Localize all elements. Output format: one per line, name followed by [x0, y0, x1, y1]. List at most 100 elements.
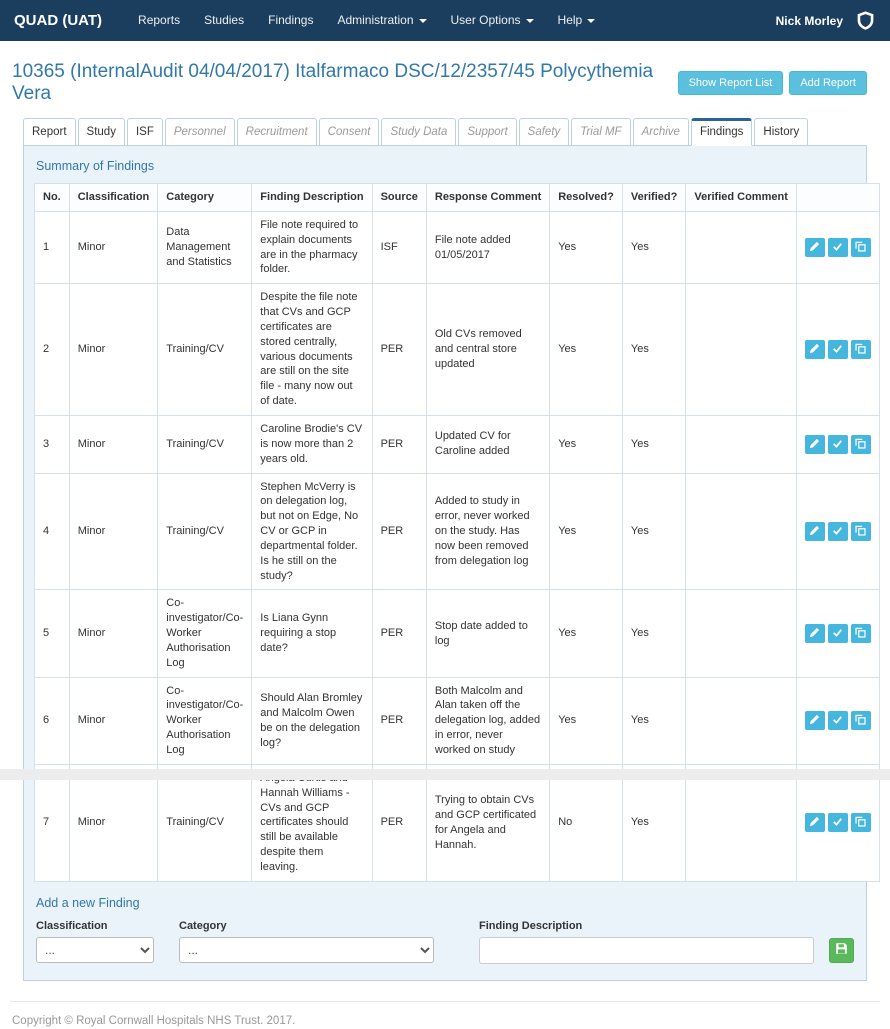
cell-classification: Minor: [68, 472, 159, 591]
edit-button[interactable]: [804, 624, 825, 644]
cell-description: Despite the file note that CVs and GCP c…: [251, 283, 373, 416]
cell-source: PER: [371, 763, 427, 882]
check-icon: [832, 626, 843, 641]
cell-verified: Yes: [621, 589, 687, 678]
copy-icon: [855, 342, 866, 357]
cell-verified: Yes: [621, 210, 687, 285]
cell-verified-comment: [685, 283, 797, 416]
copy-button[interactable]: [850, 521, 871, 541]
col-resolved: Resolved?: [549, 183, 623, 212]
finding-row: 7 Minor Training/CV Angela Curtis and Ha…: [34, 763, 880, 882]
copy-button[interactable]: [850, 711, 871, 731]
cell-response: Added to study in error, never worked on…: [425, 472, 551, 591]
cell-no: 2: [34, 283, 70, 416]
copy-button[interactable]: [850, 813, 871, 833]
cell-actions: [795, 763, 880, 882]
copy-icon: [855, 626, 866, 641]
add-finding-form: Classification ... Category ... Finding …: [34, 920, 856, 964]
tab-isf[interactable]: ISF: [126, 118, 163, 146]
check-icon: [832, 240, 843, 255]
edit-button[interactable]: [804, 813, 825, 833]
cell-source: ISF: [371, 210, 427, 285]
save-icon: [835, 942, 848, 958]
category-select[interactable]: ...: [179, 936, 434, 963]
verify-button[interactable]: [827, 238, 848, 258]
cell-description: Stephen McVerry is on delegation log, bu…: [251, 472, 373, 591]
edit-button[interactable]: [804, 521, 825, 541]
cell-description: Angela Curtis and Hannah Williams - CVs …: [251, 763, 373, 882]
category-group: Category ...: [179, 920, 434, 963]
cell-no: 3: [34, 414, 70, 474]
table-header-row: No. Classification Category Finding Desc…: [34, 183, 880, 212]
tab-findings[interactable]: Findings: [690, 118, 753, 146]
copy-button[interactable]: [850, 434, 871, 454]
check-icon: [832, 524, 843, 539]
verify-button[interactable]: [827, 521, 848, 541]
col-source: Source: [371, 183, 427, 212]
nav-reports[interactable]: Reports: [126, 0, 192, 41]
copy-button[interactable]: [850, 340, 871, 360]
finding-row: 6 Minor Co-investigator/Co-Worker Author…: [34, 676, 880, 765]
show-report-list-button[interactable]: Show Report List: [677, 71, 784, 95]
app-brand[interactable]: QUAD (UAT): [14, 12, 102, 29]
nav-findings[interactable]: Findings: [256, 0, 325, 41]
cell-category: Co-investigator/Co-Worker Authorisation …: [157, 676, 253, 765]
nav-menu: Reports Studies Findings Administration …: [126, 0, 607, 41]
edit-button[interactable]: [804, 238, 825, 258]
tab-safety: Safety: [518, 118, 570, 146]
tab-history[interactable]: History: [754, 118, 809, 146]
edit-button[interactable]: [804, 340, 825, 360]
edit-button[interactable]: [804, 434, 825, 454]
col-verified: Verified?: [621, 183, 687, 212]
footer: Copyright © Royal Cornwall Hospitals NHS…: [10, 1000, 880, 1029]
verify-button[interactable]: [827, 711, 848, 731]
edit-button[interactable]: [804, 711, 825, 731]
cell-source: PER: [371, 414, 427, 474]
classification-select[interactable]: ...: [36, 936, 154, 963]
tab-consent: Consent: [318, 118, 380, 146]
pencil-icon: [809, 626, 820, 641]
finding-row: 5 Minor Co-investigator/Co-Worker Author…: [34, 589, 880, 678]
verify-button[interactable]: [827, 340, 848, 360]
verify-button[interactable]: [827, 434, 848, 454]
pencil-icon: [809, 437, 820, 452]
page-title: 10365 (InternalAudit 04/04/2017) Italfar…: [12, 61, 654, 104]
cell-resolved: No: [549, 763, 623, 882]
cell-description: Should Alan Bromley and Malcolm Owen be …: [251, 676, 373, 765]
cell-verified: Yes: [621, 414, 687, 474]
nav-administration[interactable]: Administration: [325, 0, 438, 41]
verify-button[interactable]: [827, 624, 848, 644]
cell-verified-comment: [685, 472, 797, 591]
col-no: No.: [34, 183, 70, 212]
cell-category: Training/CV: [157, 472, 253, 591]
verify-button[interactable]: [827, 813, 848, 833]
user-menu[interactable]: Nick Morley: [776, 14, 843, 28]
cell-category: Co-investigator/Co-Worker Authorisation …: [157, 589, 253, 678]
add-finding-heading: Add a new Finding: [36, 895, 140, 910]
cell-description: File note required to explain documents …: [251, 210, 373, 285]
cell-actions: [795, 589, 880, 678]
findings-panel: Summary of Findings No. Classification C…: [23, 145, 880, 981]
nav-studies[interactable]: Studies: [192, 0, 256, 41]
cell-response: Updated CV for Caroline added: [425, 414, 551, 474]
nav-user-options[interactable]: User Options: [439, 0, 546, 41]
finding-description-input[interactable]: [479, 936, 814, 964]
cell-response: Both Malcolm and Alan taken off the dele…: [425, 676, 551, 765]
copy-icon: [855, 524, 866, 539]
copy-button[interactable]: [850, 624, 871, 644]
bottom-strip: [0, 769, 890, 780]
cell-resolved: Yes: [549, 589, 623, 678]
save-finding-button[interactable]: [829, 937, 854, 963]
nav-help[interactable]: Help: [546, 0, 608, 41]
check-icon: [832, 437, 843, 452]
cell-resolved: Yes: [549, 283, 623, 416]
finding-row: 2 Minor Training/CV Despite the file not…: [34, 283, 880, 416]
tab-report[interactable]: Report: [23, 118, 76, 146]
classification-label: Classification: [36, 919, 108, 932]
tab-study[interactable]: Study: [77, 118, 125, 146]
top-navbar: QUAD (UAT) Reports Studies Findings Admi…: [0, 0, 890, 41]
copy-button[interactable]: [850, 238, 871, 258]
cell-no: 5: [34, 589, 70, 678]
finding-row: 4 Minor Training/CV Stephen McVerry is o…: [34, 472, 880, 591]
add-report-button[interactable]: Add Report: [789, 71, 867, 95]
